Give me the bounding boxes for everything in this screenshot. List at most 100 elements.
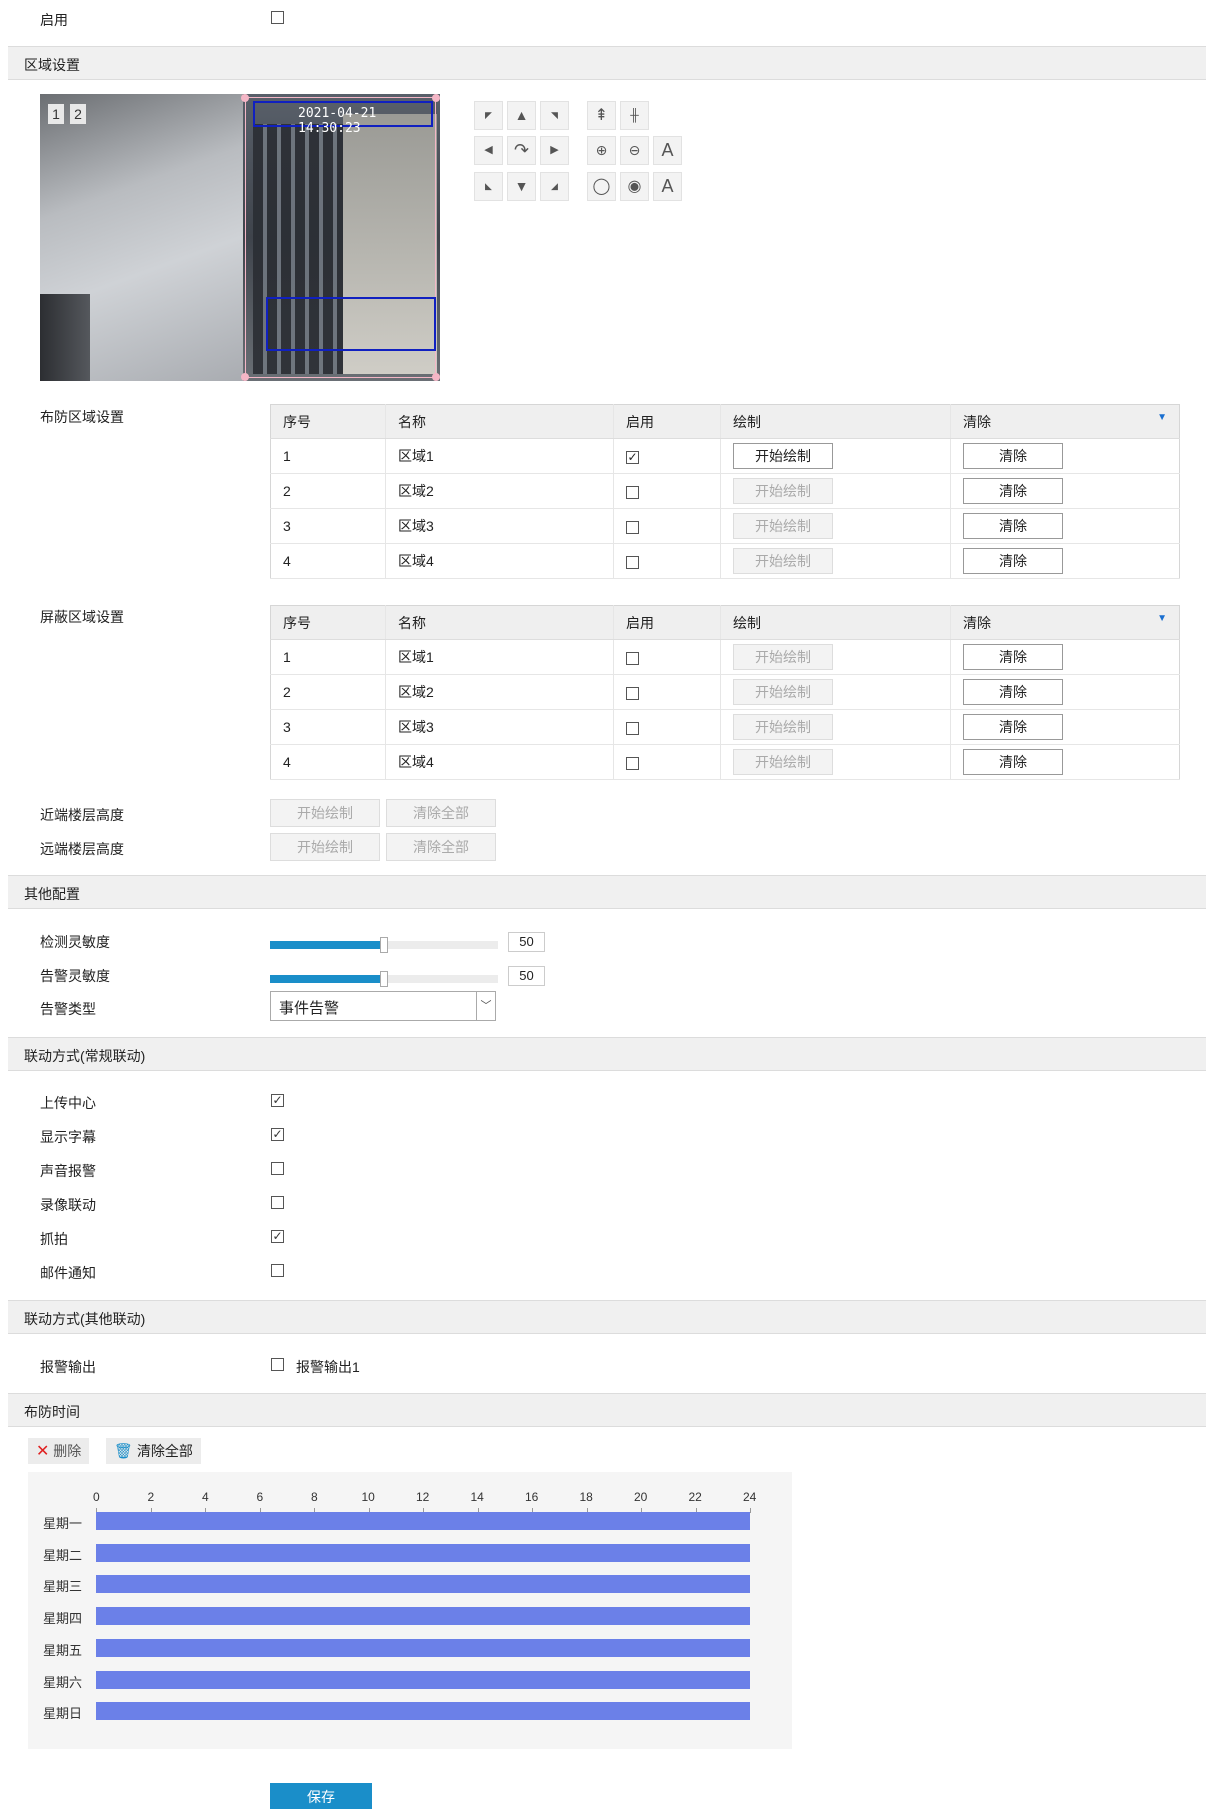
ptz-left-icon[interactable]: ◀ <box>474 136 503 165</box>
detect-sensitivity-slider[interactable] <box>270 937 498 953</box>
start-draw-button[interactable]: 开始绘制 <box>733 679 833 705</box>
start-draw-button[interactable]: 开始绘制 <box>733 513 833 539</box>
clear-button[interactable]: 清除 <box>963 714 1063 740</box>
start-draw-button[interactable]: 开始绘制 <box>733 749 833 775</box>
delete-button[interactable]: ✕ 删除 <box>28 1438 90 1464</box>
col-clear[interactable]: 清除 ▼ <box>950 404 1180 439</box>
column-menu-icon[interactable]: ▼ <box>1157 412 1167 423</box>
alarm-type-select[interactable]: 事件告警 ﹀ <box>270 991 496 1021</box>
slider-handle[interactable] <box>380 971 388 987</box>
region-handle-bl[interactable] <box>241 373 249 381</box>
row-enable-checkbox[interactable]: ✓ <box>626 450 639 464</box>
ptz-up-right-icon[interactable]: ◥ <box>540 101 569 130</box>
ptz-up-left-icon[interactable]: ◤ <box>474 101 503 130</box>
enable-checkbox[interactable] <box>271 11 284 24</box>
row-no: 2 <box>270 473 386 509</box>
row-no: 1 <box>270 639 386 675</box>
clear-button[interactable]: 清除 <box>963 644 1063 670</box>
clear-all-button[interactable]: 🗑 清除全部 <box>106 1438 201 1464</box>
linkage-checkbox[interactable]: ✓ <box>271 1230 284 1243</box>
ptz-right-icon[interactable]: ▶ <box>540 136 569 165</box>
region-handle-br[interactable] <box>432 373 440 381</box>
ptz-down-icon[interactable]: ▼ <box>507 172 536 201</box>
column-menu-icon[interactable]: ▼ <box>1157 613 1167 624</box>
text-size-icon[interactable]: A <box>653 136 682 165</box>
table-row: 1 区域1 开始绘制 清除 <box>270 639 1180 675</box>
zoom-out-icon[interactable]: ⊖ <box>620 136 649 165</box>
save-button[interactable]: 保存 <box>270 1783 372 1809</box>
start-draw-button[interactable]: 开始绘制 <box>733 478 833 504</box>
row-enable-checkbox[interactable] <box>626 756 639 770</box>
zoom-in-icon[interactable]: ⊕ <box>587 136 616 165</box>
alarm-output-label: 报警输出 <box>40 1359 96 1375</box>
schedule-bar[interactable] <box>96 1607 750 1626</box>
linkage-checkbox[interactable]: ✓ <box>271 1128 284 1141</box>
start-draw-button[interactable]: 开始绘制 <box>733 443 833 469</box>
text-mode-icon[interactable]: A <box>653 172 682 201</box>
clear-button[interactable]: 清除 <box>963 443 1063 469</box>
clear-button[interactable]: 清除 <box>963 478 1063 504</box>
ptz-down-left-icon[interactable]: ◣ <box>474 172 503 201</box>
arm-area-label: 布防区域设置 <box>40 409 124 425</box>
near-floor-draw-button[interactable]: 开始绘制 <box>270 799 380 827</box>
row-enable-checkbox[interactable] <box>626 721 639 735</box>
enable-label: 启用 <box>40 12 68 28</box>
clear-button[interactable]: 清除 <box>963 513 1063 539</box>
ptz-down-right-icon[interactable]: ◢ <box>540 172 569 201</box>
schedule-bar[interactable] <box>96 1670 750 1689</box>
row-enable-checkbox[interactable] <box>626 555 639 569</box>
schedule-tick-label: 6 <box>256 1490 264 1504</box>
schedule-bar[interactable] <box>96 1575 750 1594</box>
schedule-bar[interactable] <box>96 1543 750 1562</box>
building-silhouette <box>40 294 90 381</box>
col-clear[interactable]: 清除 ▼ <box>950 605 1180 640</box>
clear-button[interactable]: 清除 <box>963 749 1063 775</box>
section-linkage-normal: 联动方式(常规联动) <box>8 1037 1206 1071</box>
region-handle-tl[interactable] <box>241 94 249 102</box>
clear-all-label: 清除全部 <box>136 1443 193 1459</box>
far-floor-draw-button[interactable]: 开始绘制 <box>270 833 380 861</box>
schedule-bar[interactable] <box>96 1702 750 1721</box>
row-no: 4 <box>270 543 386 579</box>
focus-near-icon[interactable]: ◯ <box>587 172 616 201</box>
alarm-sensitivity-slider[interactable] <box>270 971 498 987</box>
height-marker-icon[interactable]: ⇞ <box>587 101 616 130</box>
row-enable-checkbox[interactable] <box>626 485 639 499</box>
slider-handle[interactable] <box>380 937 388 953</box>
region-handle-tr[interactable] <box>432 94 440 102</box>
focus-far-icon[interactable]: ◉ <box>620 172 649 201</box>
near-floor-clear-all-button[interactable]: 清除全部 <box>386 799 496 827</box>
view-number-2[interactable]: 2 <box>70 104 86 124</box>
schedule-bar[interactable] <box>96 1512 750 1530</box>
far-floor-clear-all-button[interactable]: 清除全部 <box>386 833 496 861</box>
linkage-checkbox[interactable]: ✓ <box>271 1094 284 1107</box>
video-preview[interactable]: 1 2 2021-04-21 14:30:23 <box>40 94 440 381</box>
row-enable-checkbox[interactable] <box>626 651 639 665</box>
linkage-checkbox[interactable] <box>271 1264 284 1277</box>
fisheye-view-left: 1 2 <box>40 94 243 381</box>
ruler-icon[interactable]: ╫ <box>620 101 649 130</box>
row-name: 区域2 <box>385 473 614 509</box>
start-draw-button[interactable]: 开始绘制 <box>733 714 833 740</box>
view-number-1[interactable]: 1 <box>48 104 64 124</box>
linkage-checkbox[interactable] <box>271 1196 284 1209</box>
alarm-sensitivity-value[interactable]: 50 <box>508 966 545 986</box>
start-draw-button[interactable]: 开始绘制 <box>733 548 833 574</box>
table-row: 1 区域1 ✓ 开始绘制 清除 <box>270 438 1180 474</box>
clear-button[interactable]: 清除 <box>963 679 1063 705</box>
section-linkage-other-title: 联动方式(其他联动) <box>24 1311 146 1327</box>
schedule-tick-label: 18 <box>579 1490 593 1504</box>
clear-button[interactable]: 清除 <box>963 548 1063 574</box>
row-enable-checkbox[interactable] <box>626 520 639 534</box>
schedule-tick-label: 4 <box>202 1490 209 1504</box>
ptz-rotate-icon[interactable]: ↷ <box>507 136 536 165</box>
row-enable-checkbox[interactable] <box>626 686 639 700</box>
start-draw-button[interactable]: 开始绘制 <box>733 644 833 670</box>
detect-sensitivity-value[interactable]: 50 <box>508 932 545 952</box>
alarm-output-checkbox[interactable] <box>271 1358 284 1371</box>
ptz-up-icon[interactable]: ▲ <box>507 101 536 130</box>
text-overlay-box[interactable] <box>266 297 436 351</box>
mask-area-label: 屏蔽区域设置 <box>40 609 124 625</box>
schedule-bar[interactable] <box>96 1638 750 1657</box>
linkage-checkbox[interactable] <box>271 1162 284 1175</box>
